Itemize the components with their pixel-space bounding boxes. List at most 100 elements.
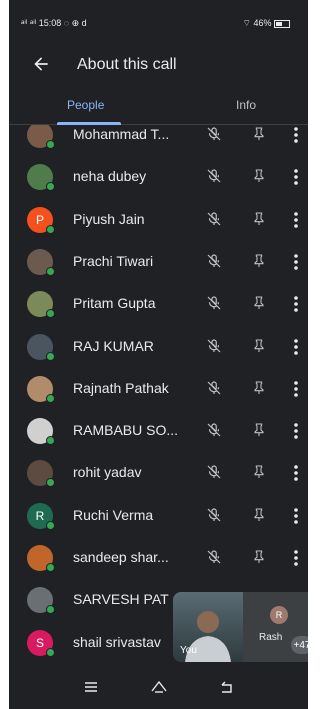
participant-row[interactable]: sandeep shar... <box>9 537 308 579</box>
mic-off-icon[interactable] <box>205 252 223 270</box>
participant-row[interactable]: rohit yadav <box>9 452 308 494</box>
avatar <box>27 587 55 615</box>
mic-off-icon[interactable] <box>205 379 223 397</box>
mic-off-icon[interactable] <box>205 421 223 439</box>
online-indicator <box>46 478 55 488</box>
more-options-icon[interactable] <box>293 295 299 313</box>
status-right: ⌔ 46% <box>243 18 290 29</box>
mic-off-icon[interactable] <box>205 125 223 143</box>
status-bar: ᵃⁱˡ ᵃⁱˡ 15:08 ◌ ⊕ d ⌔ 46% <box>9 0 308 40</box>
mic-off-icon[interactable] <box>205 294 223 312</box>
mic-off-icon[interactable] <box>205 210 223 228</box>
online-indicator <box>46 520 55 530</box>
participant-row[interactable]: R Ruchi Verma <box>9 495 308 537</box>
online-indicator <box>46 182 55 192</box>
pin-icon[interactable] <box>251 125 267 143</box>
pin-icon[interactable] <box>251 506 267 524</box>
participant-name: rohit yadav <box>73 464 142 481</box>
pin-icon[interactable] <box>251 337 267 355</box>
more-options-icon[interactable] <box>293 380 299 398</box>
participant-row[interactable]: neha dubey <box>9 156 308 198</box>
pin-icon[interactable] <box>251 252 267 270</box>
mic-off-icon[interactable] <box>205 167 223 185</box>
participant-name: RAMBABU SO... <box>73 422 179 439</box>
online-indicator <box>46 266 55 276</box>
online-indicator <box>46 605 55 615</box>
online-indicator <box>46 140 55 149</box>
participant-row[interactable]: Pritam Gupta <box>9 283 308 325</box>
participant-name: Prachi Tiwari <box>73 252 154 269</box>
participant-name: RAJ KUMAR <box>73 337 154 354</box>
more-participants-badge[interactable]: +47 <box>291 636 308 654</box>
more-options-icon[interactable] <box>293 464 299 482</box>
tab-people[interactable]: People <box>67 98 104 112</box>
mic-off-icon[interactable] <box>205 548 223 566</box>
avatar <box>27 125 55 149</box>
mic-off-icon[interactable] <box>205 337 223 355</box>
self-video: You <box>173 592 243 662</box>
participant-name: sandeep shar... <box>73 549 169 565</box>
system-nav-bar <box>9 665 308 709</box>
participant-row[interactable]: Rajnath Pathak <box>9 368 308 410</box>
participant-name: Ruchi Verma <box>73 506 154 523</box>
avatar <box>27 375 55 403</box>
avatar: R <box>27 502 55 530</box>
participant-name: Piyush Jain <box>73 210 145 227</box>
participant-row[interactable]: Mohammad T... <box>9 125 308 156</box>
self-view-tile[interactable]: You R Rash +47 <box>173 592 308 662</box>
avatar <box>27 248 55 276</box>
self-label: You <box>180 645 197 656</box>
more-options-icon[interactable] <box>293 253 299 271</box>
pin-icon[interactable] <box>251 210 267 228</box>
pin-icon[interactable] <box>251 548 267 566</box>
participant-row[interactable]: Prachi Tiwari <box>9 241 308 283</box>
tab-info[interactable]: Info <box>236 98 256 112</box>
online-indicator <box>46 647 55 657</box>
more-options-icon[interactable] <box>293 338 299 356</box>
call-screen: ᵃⁱˡ ᵃⁱˡ 15:08 ◌ ⊕ d ⌔ 46% About this cal… <box>9 0 308 709</box>
pin-icon[interactable] <box>251 294 267 312</box>
battery-icon <box>274 19 290 28</box>
back-nav-icon[interactable] <box>217 677 237 697</box>
participant-name: Mohammad T... <box>73 126 170 142</box>
tab-bar: People Info <box>9 92 308 125</box>
participant-list[interactable]: Mohammad T... neha dubey P Piyush Jain Prach… <box>9 125 308 665</box>
other-label: Rash <box>259 632 283 643</box>
avatar <box>27 291 55 319</box>
back-arrow-icon[interactable] <box>31 54 51 74</box>
online-indicator <box>46 563 55 572</box>
mic-off-icon[interactable] <box>205 506 223 524</box>
participant-name: Pritam Gupta <box>73 295 156 312</box>
avatar <box>27 164 55 192</box>
avatar <box>27 418 55 446</box>
page-title: About this call <box>77 56 177 73</box>
status-left: ᵃⁱˡ ᵃⁱˡ 15:08 ◌ ⊕ d <box>21 18 87 28</box>
more-options-icon[interactable] <box>293 168 299 186</box>
pin-icon[interactable] <box>251 379 267 397</box>
more-options-icon[interactable] <box>293 549 299 567</box>
more-options-icon[interactable] <box>293 211 299 229</box>
pin-icon[interactable] <box>251 421 267 439</box>
other-avatar: R <box>270 606 288 624</box>
participant-row[interactable]: RAMBABU SO... <box>9 410 308 452</box>
pin-icon[interactable] <box>251 463 267 481</box>
more-options-icon[interactable] <box>293 422 299 440</box>
participant-name: Rajnath Pathak <box>73 379 169 396</box>
avatar: S <box>27 629 55 657</box>
pin-icon[interactable] <box>251 167 267 185</box>
participant-name: neha dubey <box>73 168 147 185</box>
avatar <box>27 545 55 572</box>
more-options-icon[interactable] <box>293 507 299 525</box>
participant-row[interactable]: RAJ KUMAR <box>9 326 308 368</box>
online-indicator <box>46 309 55 319</box>
home-icon[interactable] <box>149 677 169 697</box>
participant-name: SARVESH PAT <box>73 591 169 608</box>
participant-row[interactable]: P Piyush Jain <box>9 199 308 241</box>
more-options-icon[interactable] <box>293 126 299 144</box>
mic-off-icon[interactable] <box>205 463 223 481</box>
online-indicator <box>46 224 55 234</box>
online-indicator <box>46 436 55 446</box>
battery-text: ⌔ 46% <box>242 18 274 28</box>
recent-apps-icon[interactable] <box>81 677 101 697</box>
avatar <box>27 333 55 361</box>
